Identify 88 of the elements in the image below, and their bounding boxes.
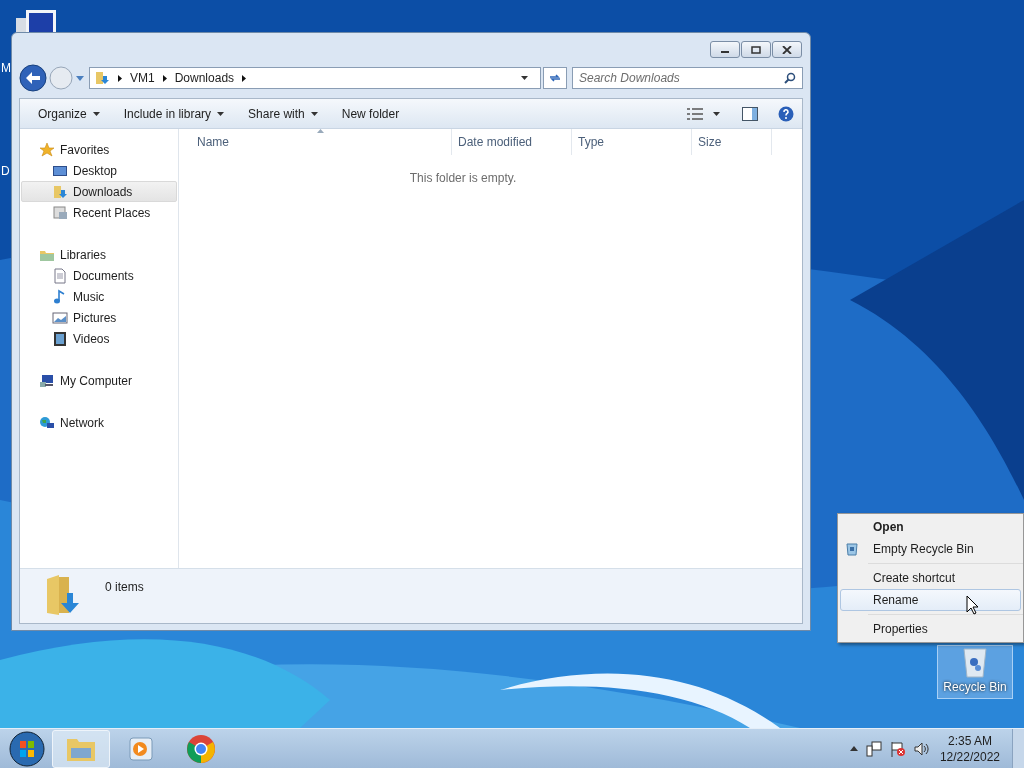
sidebar-item-label: Recent Places xyxy=(73,204,151,222)
sort-arrow-icon xyxy=(317,129,324,133)
toolbar-button[interactable]: Include in library xyxy=(115,101,233,126)
sidebar-header-label: Libraries xyxy=(60,246,107,264)
start-button[interactable] xyxy=(8,729,46,768)
menu-item[interactable]: Rename xyxy=(840,589,1021,611)
chrome-icon xyxy=(186,733,216,764)
sidebar-item[interactable]: Downloads xyxy=(21,181,177,202)
sidebar-item[interactable]: Music xyxy=(21,286,177,307)
search-field[interactable]: Search Downloads xyxy=(572,67,803,89)
clock[interactable]: 2:35 AM 12/22/2022 xyxy=(939,732,1000,765)
film-icon xyxy=(52,330,68,347)
star-icon xyxy=(39,141,55,158)
sidebar-header-label: Favorites xyxy=(60,141,110,159)
sidebar-header[interactable]: Favorites xyxy=(20,139,178,160)
toolbar-button[interactable]: Organize xyxy=(30,101,108,126)
column-header[interactable]: Date modified xyxy=(452,129,572,155)
network-icon[interactable] xyxy=(865,740,882,757)
sidebar-header[interactable]: My Computer xyxy=(20,370,178,391)
sidebar-item[interactable]: Recent Places xyxy=(21,202,177,223)
toolbar-button[interactable]: New folder xyxy=(333,101,408,126)
desktop-icon-label: M xyxy=(1,60,11,77)
icon-label: Recycle Bin xyxy=(943,679,1007,696)
chevron-icon xyxy=(242,74,247,82)
chevron-icon xyxy=(118,74,122,82)
column-header[interactable]: Type xyxy=(572,129,692,155)
sidebar-item[interactable]: Desktop xyxy=(21,160,177,181)
status-text: 0 items xyxy=(105,579,144,596)
chevron-icon xyxy=(162,74,167,82)
picture-icon xyxy=(52,309,68,326)
preview-pane-icon[interactable] xyxy=(742,106,758,121)
sidebar-item-label: Desktop xyxy=(73,162,118,180)
help-icon[interactable] xyxy=(778,105,794,122)
sidebar-item-label: Music xyxy=(73,288,105,306)
recent-places-icon xyxy=(52,204,68,221)
sidebar-item-label: Downloads xyxy=(73,183,133,201)
caret-icon xyxy=(713,111,720,116)
globe-icon xyxy=(39,414,55,431)
column-header[interactable]: Name xyxy=(179,129,452,155)
close-button[interactable] xyxy=(772,41,802,58)
maximize-button[interactable] xyxy=(741,41,771,58)
sidebar-item-label: Documents xyxy=(73,267,134,285)
column-header[interactable]: Size xyxy=(692,129,772,155)
folder-icon xyxy=(52,183,68,200)
breadcrumb[interactable]: Downloads xyxy=(174,69,235,87)
media-player-icon xyxy=(128,735,154,762)
menu-item[interactable]: Properties xyxy=(840,618,1021,640)
folder-icon xyxy=(94,70,110,86)
sidebar-header[interactable]: Libraries xyxy=(20,244,178,265)
recycle-bin-icon xyxy=(961,646,989,678)
sidebar-item[interactable]: Videos xyxy=(21,328,177,349)
address-bar[interactable]: VM1 Downloads xyxy=(89,67,541,89)
empty-folder-message: This folder is empty. xyxy=(409,170,518,187)
list-view-icon xyxy=(687,107,703,120)
cursor-icon xyxy=(966,595,979,615)
caret-icon xyxy=(92,111,100,116)
back-button[interactable] xyxy=(19,64,47,92)
sidebar-header[interactable]: Network xyxy=(20,412,178,433)
desktop-icon-label: D xyxy=(1,163,10,180)
clock-time: 2:35 AM xyxy=(947,732,992,749)
refresh-button[interactable] xyxy=(543,67,567,89)
up-arrow-icon[interactable] xyxy=(849,746,858,751)
menu-item[interactable]: Open xyxy=(840,516,1021,538)
search-icon xyxy=(784,72,796,84)
refresh-icon xyxy=(549,72,561,84)
sidebar-item[interactable]: Pictures xyxy=(21,307,177,328)
computer-icon xyxy=(39,372,55,389)
toolbar-button[interactable]: Share with xyxy=(240,101,326,126)
caret-icon xyxy=(217,111,225,116)
caret-icon xyxy=(521,76,528,80)
speaker-icon[interactable] xyxy=(913,740,930,757)
sidebar-item-label: Videos xyxy=(73,330,110,348)
menu-item[interactable]: Empty Recycle Bin xyxy=(840,538,1021,560)
sidebar-header-label: Network xyxy=(60,414,104,432)
caret-icon xyxy=(310,111,318,116)
menu-item[interactable]: Create shortcut xyxy=(840,567,1021,589)
sidebar-item-label: Pictures xyxy=(73,309,117,327)
sidebar-header-label: My Computer xyxy=(60,372,133,390)
sidebar-item[interactable]: Documents xyxy=(21,265,177,286)
bin-icon xyxy=(845,542,859,556)
clock-date: 12/22/2022 xyxy=(939,748,1000,765)
caret-icon[interactable] xyxy=(75,74,85,82)
document-icon xyxy=(52,267,68,284)
flag-icon[interactable] xyxy=(889,740,906,757)
breadcrumb[interactable]: VM1 xyxy=(130,69,155,87)
maximize-icon xyxy=(751,45,761,54)
close-icon xyxy=(782,45,792,54)
minimize-button[interactable] xyxy=(710,41,740,58)
